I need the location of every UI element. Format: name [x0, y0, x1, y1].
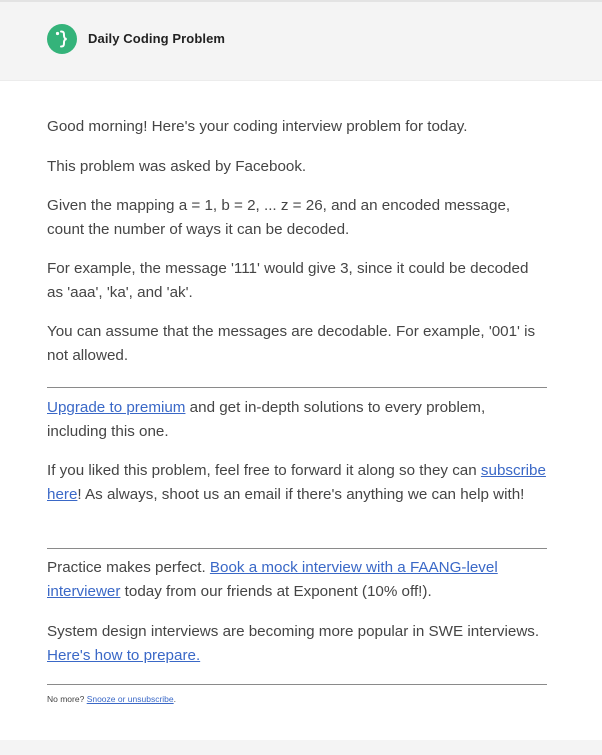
practice-text-pre: Practice makes perfect.	[47, 559, 210, 576]
bottom-band	[0, 740, 602, 755]
brand-name: Daily Coding Problem	[88, 31, 226, 46]
email-header: Daily Coding Problem	[0, 2, 602, 81]
forward-text-pre: If you liked this problem, feel free to …	[47, 462, 481, 479]
upgrade-premium-link[interactable]: Upgrade to premium	[47, 399, 185, 416]
divider	[47, 684, 547, 685]
greeting-text: Good morning! Here's your coding intervi…	[47, 118, 468, 135]
practice-paragraph: Practice makes perfect. Book a mock inte…	[47, 556, 547, 604]
problem-text: Given the mapping a = 1, b = 2, ... z = …	[47, 197, 511, 238]
system-design-text: System design interviews are becoming mo…	[47, 623, 540, 640]
footer-note: No more? Snooze or unsubscribe.	[47, 694, 176, 704]
assumption-text: You can assume that the messages are dec…	[47, 323, 536, 364]
divider	[47, 387, 547, 388]
system-design-paragraph: System design interviews are becoming mo…	[47, 620, 547, 668]
forward-text-post: ! As always, shoot us an email if there'…	[77, 486, 525, 503]
forward-paragraph: If you liked this problem, feel free to …	[47, 459, 547, 507]
unsubscribe-link[interactable]: Snooze or unsubscribe	[87, 694, 174, 704]
premium-paragraph: Upgrade to premium and get in-depth solu…	[47, 396, 547, 444]
asked-by-text: This problem was asked by Facebook.	[47, 158, 307, 175]
divider	[47, 548, 547, 549]
practice-text-post: today from our friends at Exponent (10% …	[120, 583, 432, 600]
brace-logo-icon	[47, 24, 77, 54]
email-body: Good morning! Here's your coding intervi…	[47, 115, 547, 368]
footer-text: No more?	[47, 694, 87, 704]
footer-period: .	[173, 694, 177, 704]
example-text: For example, the message '111' would giv…	[47, 260, 529, 301]
prepare-link[interactable]: Here's how to prepare.	[47, 647, 200, 664]
